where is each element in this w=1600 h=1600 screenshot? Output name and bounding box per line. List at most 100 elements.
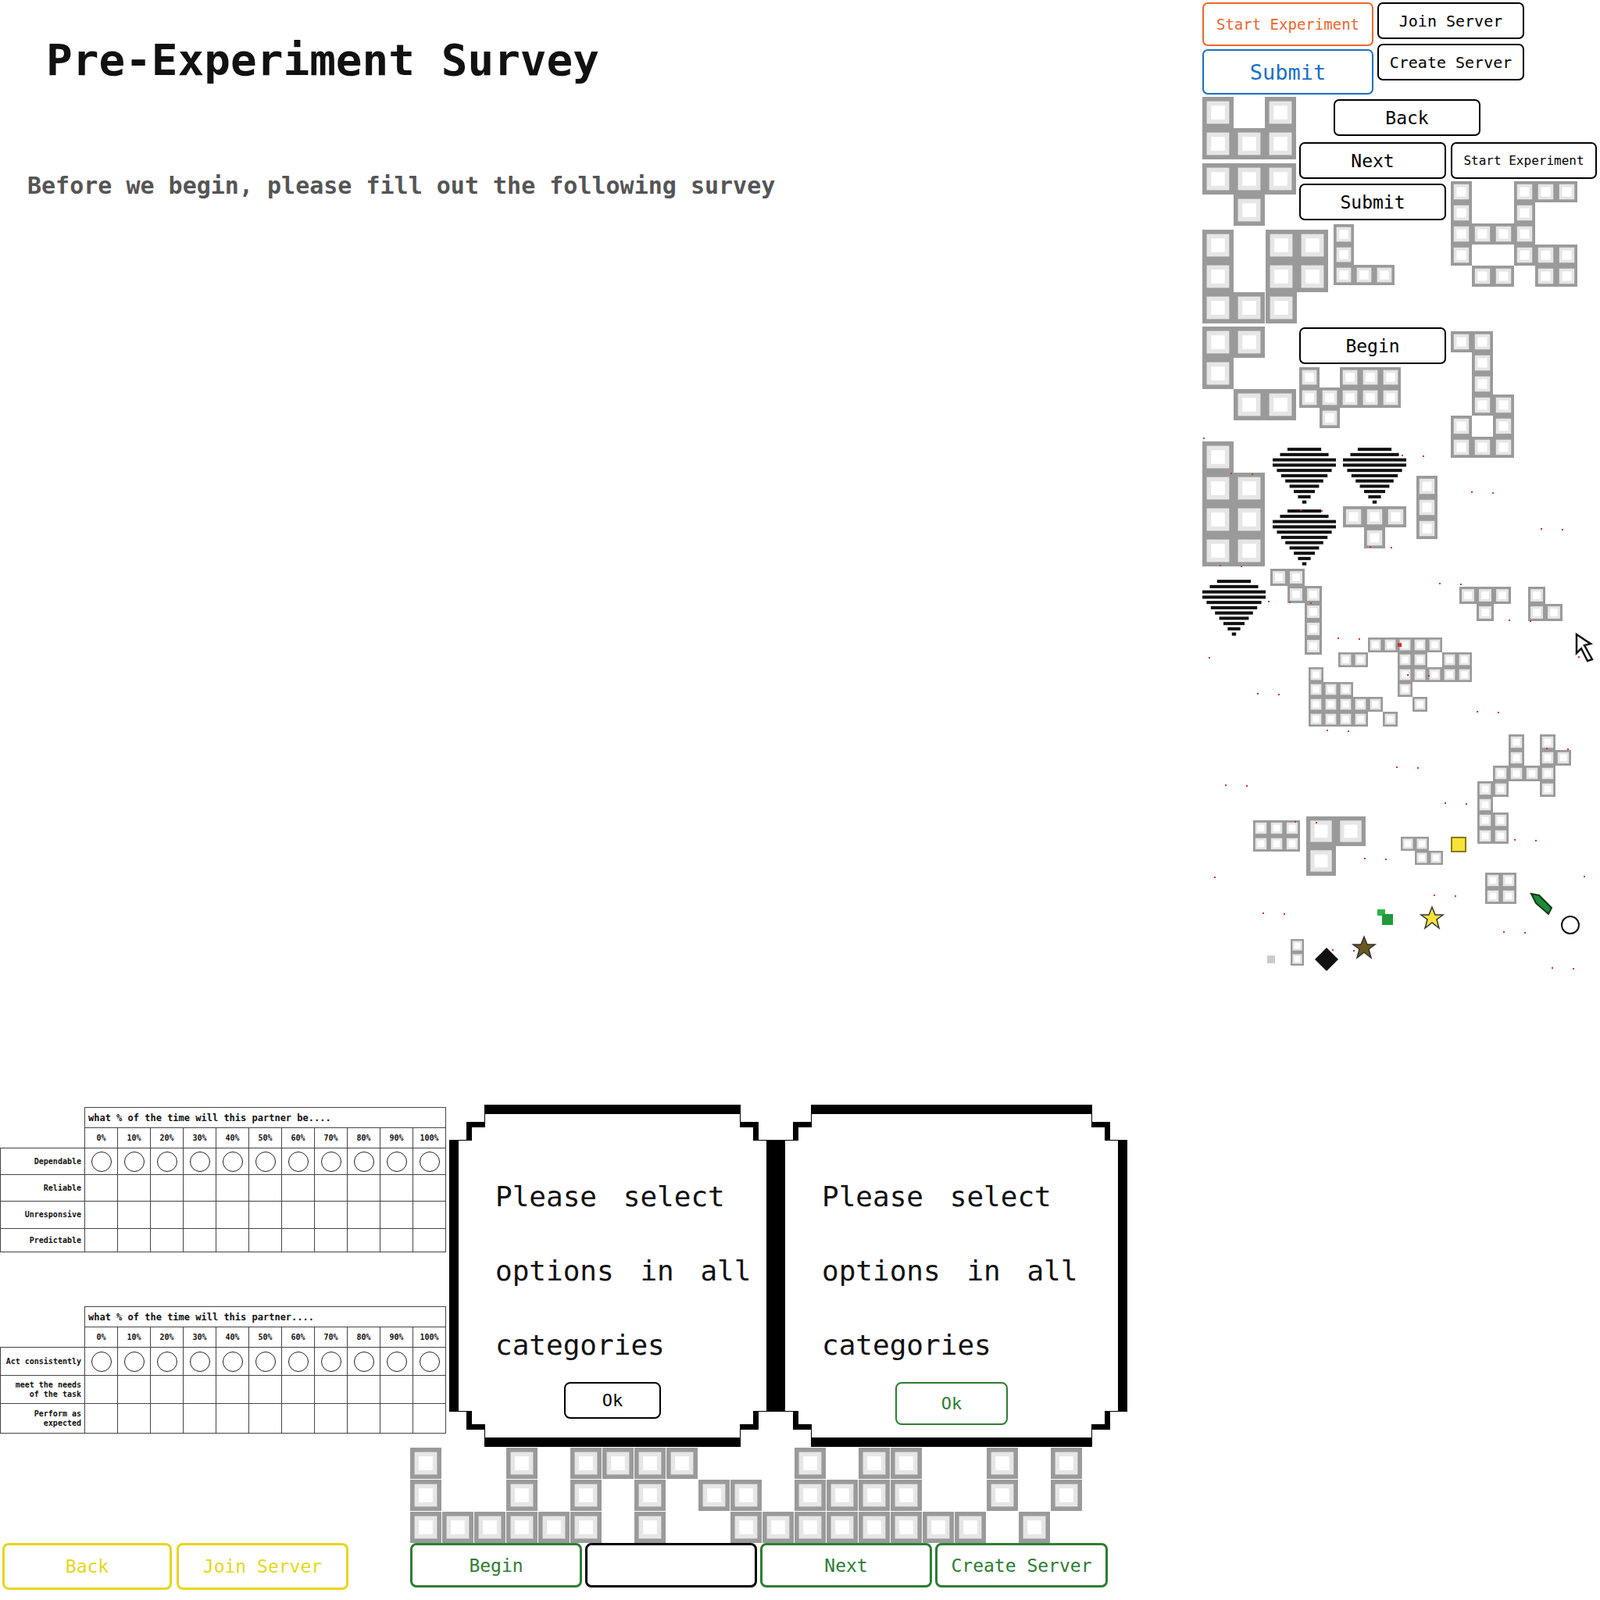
table-cell[interactable] bbox=[380, 1148, 414, 1175]
sprite-button[interactable]: Start Experiment bbox=[1450, 142, 1597, 179]
sprite-button[interactable]: Next bbox=[1299, 142, 1447, 179]
game-button[interactable]: Begin bbox=[410, 1542, 583, 1588]
table-cell bbox=[216, 1175, 250, 1202]
sprite-button[interactable]: Start Experiment bbox=[1202, 2, 1374, 47]
radio-button[interactable] bbox=[255, 1151, 276, 1172]
table-cell[interactable] bbox=[314, 1148, 348, 1175]
radio-button[interactable] bbox=[353, 1151, 375, 1172]
game-button[interactable]: Back bbox=[2, 1542, 172, 1590]
table-cell bbox=[347, 1175, 381, 1202]
radio-button[interactable] bbox=[124, 1151, 145, 1172]
table-cell[interactable] bbox=[183, 1148, 217, 1175]
radio-button[interactable] bbox=[222, 1351, 243, 1372]
column-header: 60% bbox=[282, 1327, 315, 1348]
table-cell[interactable] bbox=[183, 1347, 217, 1376]
block-sprite bbox=[1450, 331, 1515, 458]
table-header: what % of the time will this partner be.… bbox=[85, 1107, 447, 1129]
table-row: meet the needs of the task bbox=[0, 1375, 447, 1404]
column-header: 10% bbox=[117, 1128, 151, 1149]
sprite-button[interactable]: Join Server bbox=[1377, 2, 1525, 40]
table-cell[interactable] bbox=[216, 1148, 250, 1175]
block-sprite bbox=[1202, 326, 1297, 421]
bottom-area: what % of the time will this partner be.… bbox=[0, 1104, 1600, 1590]
signal-icon bbox=[1272, 441, 1336, 505]
game-button[interactable]: Create Server bbox=[935, 1542, 1108, 1588]
table-cell bbox=[347, 1228, 381, 1253]
table-row: Reliable bbox=[0, 1175, 447, 1202]
table-cell[interactable] bbox=[117, 1347, 151, 1376]
alert-dialog: Please select options in all categoriesO… bbox=[775, 1104, 1128, 1447]
radio-button[interactable] bbox=[353, 1351, 375, 1372]
column-header: 90% bbox=[380, 1128, 414, 1149]
radio-button[interactable] bbox=[386, 1351, 408, 1372]
table-row: Dependable bbox=[0, 1148, 447, 1175]
table-cell[interactable] bbox=[413, 1347, 447, 1376]
table-cell[interactable] bbox=[117, 1148, 151, 1175]
block-sprite bbox=[1400, 836, 1443, 865]
table-corner bbox=[0, 1107, 86, 1129]
yellow-square-icon bbox=[1450, 836, 1467, 853]
block-sprite bbox=[1290, 939, 1304, 966]
row-label: Predictable bbox=[0, 1228, 86, 1253]
page-title: Pre-Experiment Survey bbox=[46, 35, 1200, 85]
table-cell[interactable] bbox=[314, 1347, 348, 1376]
table-cell[interactable] bbox=[216, 1347, 250, 1376]
radio-button[interactable] bbox=[91, 1151, 112, 1172]
table-cell[interactable] bbox=[150, 1148, 184, 1175]
table-cell[interactable] bbox=[347, 1347, 381, 1376]
ok-button[interactable]: Ok bbox=[564, 1382, 661, 1419]
radio-button[interactable] bbox=[255, 1351, 276, 1372]
table-cell[interactable] bbox=[249, 1347, 283, 1376]
table-cell bbox=[249, 1228, 283, 1253]
table-cell[interactable] bbox=[380, 1347, 414, 1376]
table-row: Unresponsive bbox=[0, 1201, 447, 1229]
table-cell[interactable] bbox=[85, 1148, 118, 1175]
sprite-button[interactable]: Submit bbox=[1202, 49, 1374, 95]
table-cell bbox=[183, 1403, 217, 1434]
radio-button[interactable] bbox=[419, 1151, 440, 1172]
ok-button[interactable]: Ok bbox=[895, 1382, 1008, 1425]
radio-button[interactable] bbox=[189, 1151, 211, 1172]
radio-button[interactable] bbox=[288, 1151, 309, 1172]
table-cell[interactable] bbox=[282, 1347, 315, 1376]
table-cell[interactable] bbox=[413, 1148, 447, 1175]
table-cell bbox=[85, 1375, 118, 1404]
game-button[interactable]: Next bbox=[760, 1542, 933, 1588]
row-label: Dependable bbox=[0, 1148, 86, 1175]
sprite-button[interactable]: Back bbox=[1333, 99, 1481, 136]
cursor-icon bbox=[1573, 632, 1599, 665]
table-cell[interactable] bbox=[85, 1347, 118, 1376]
radio-button[interactable] bbox=[321, 1351, 342, 1372]
radio-button[interactable] bbox=[419, 1351, 440, 1372]
radio-button[interactable] bbox=[189, 1351, 211, 1372]
table-cell[interactable] bbox=[347, 1148, 381, 1175]
sprite-button[interactable]: Begin bbox=[1299, 327, 1447, 365]
block-sprite bbox=[1333, 224, 1395, 286]
sprite-button[interactable]: Submit bbox=[1299, 183, 1447, 221]
radio-button[interactable] bbox=[386, 1151, 408, 1172]
column-header: 70% bbox=[314, 1327, 348, 1348]
block-sprite bbox=[1459, 586, 1563, 622]
block-sprite bbox=[1265, 229, 1329, 324]
radio-button[interactable] bbox=[124, 1351, 145, 1372]
block-strip bbox=[410, 1446, 1600, 1543]
radio-button[interactable] bbox=[321, 1151, 342, 1172]
radio-button[interactable] bbox=[91, 1351, 112, 1372]
radio-button[interactable] bbox=[157, 1351, 178, 1372]
survey-tables: what % of the time will this partner be.… bbox=[0, 1104, 450, 1543]
block-strip-sprite bbox=[410, 1446, 1089, 1543]
game-button[interactable] bbox=[585, 1542, 758, 1588]
game-button[interactable]: Join Server bbox=[176, 1542, 349, 1590]
table-cell bbox=[413, 1375, 447, 1404]
table-cell[interactable] bbox=[150, 1347, 184, 1376]
radio-button[interactable] bbox=[222, 1151, 243, 1172]
table-cell[interactable] bbox=[282, 1148, 315, 1175]
table-cell bbox=[282, 1201, 315, 1229]
table-cell[interactable] bbox=[249, 1148, 283, 1175]
radio-button[interactable] bbox=[288, 1351, 309, 1372]
radio-button[interactable] bbox=[157, 1151, 178, 1172]
page-subtitle: Before we begin, please fill out the fol… bbox=[27, 171, 1200, 200]
column-header: 90% bbox=[380, 1327, 414, 1348]
sprite-button[interactable]: Create Server bbox=[1377, 43, 1525, 81]
table-cell bbox=[85, 1228, 118, 1253]
